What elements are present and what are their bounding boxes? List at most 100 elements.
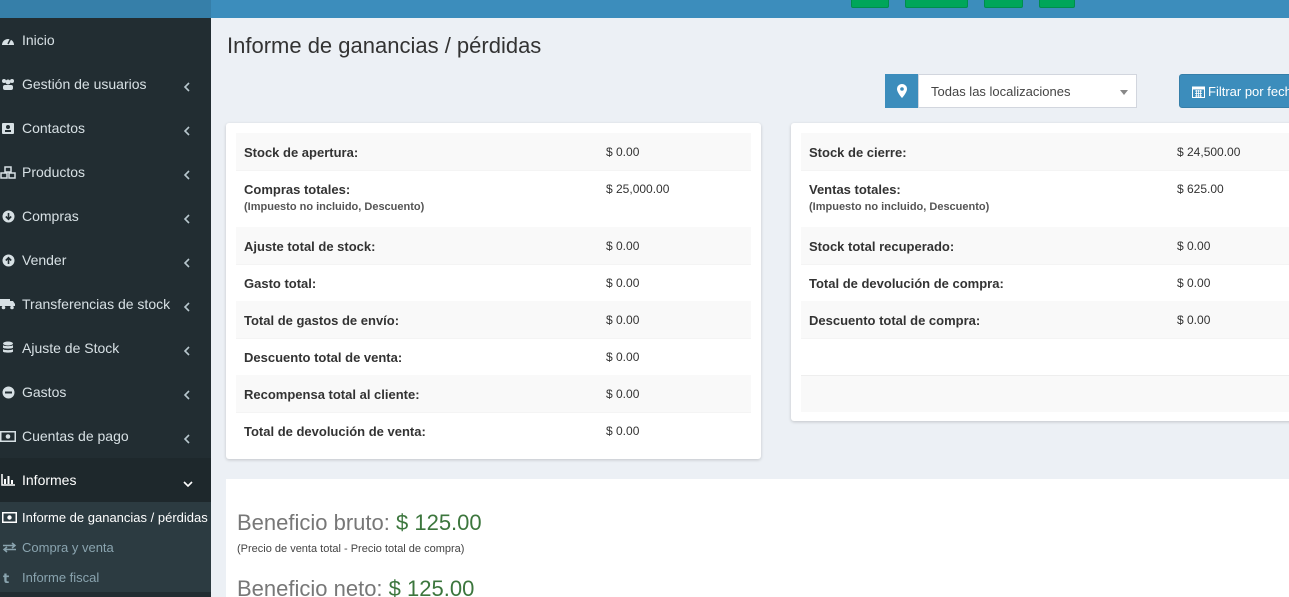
gross-profit-amount: $ 125.00	[396, 510, 482, 535]
sidebar-item-contactos[interactable]: Contactos	[0, 106, 211, 150]
tumblr-icon: t	[2, 571, 18, 584]
row-divider	[801, 375, 1289, 376]
table-row: Stock de cierre: $ 24,500.00	[801, 133, 1289, 170]
sidebar-item-label: Inicio	[22, 32, 55, 48]
filter-by-date-button[interactable]: Filtrar por fech	[1179, 74, 1289, 108]
chevron-left-icon	[183, 387, 193, 400]
toolbar-button[interactable]	[1039, 0, 1075, 8]
sidebar-item-gestion-usuarios[interactable]: Gestión de usuarios	[0, 62, 211, 106]
chevron-left-icon	[183, 167, 193, 180]
chevron-down-icon	[183, 475, 193, 488]
sidebar-item-label: Cuentas de pago	[22, 428, 129, 444]
row-value: $ 0.00	[606, 424, 640, 438]
sidebar-item-ajuste-stock[interactable]: Ajuste de Stock	[0, 326, 211, 370]
location-filter: Todas las localizaciones	[885, 74, 1137, 108]
row-value: $ 0.00	[606, 239, 640, 253]
sidebar-item-informes[interactable]: Informes	[0, 458, 211, 502]
money-icon	[0, 429, 16, 443]
row-divider	[801, 170, 1289, 171]
filter-button-label: Filtrar por fech	[1208, 83, 1289, 99]
map-marker-icon	[885, 74, 918, 108]
row-value: $ 0.00	[1177, 313, 1211, 327]
row-label: Descuento total de venta:	[244, 350, 403, 365]
sidebar-item-inicio[interactable]: Inicio	[0, 18, 211, 62]
row-value: $ 0.00	[1177, 239, 1211, 253]
submenu-item-label: Compra y venta	[22, 539, 114, 555]
table-row: Ajuste total de stock: $ 0.00	[236, 227, 751, 264]
calendar-icon	[1192, 85, 1208, 98]
sidebar-item-vender[interactable]: Vender	[0, 238, 211, 282]
row-value: $ 0.00	[606, 276, 640, 290]
sidebar-item-transferencias[interactable]: Transferencias de stock	[0, 282, 211, 326]
dashboard-icon	[0, 33, 16, 47]
table-row: Compras totales: (Impuesto no incluido, …	[236, 170, 751, 227]
row-value: $ 0.00	[606, 387, 640, 401]
table-row: Ventas totales: (Impuesto no incluido, D…	[801, 170, 1289, 227]
submenu-item-purchase-sale[interactable]: Compra y venta	[0, 532, 211, 562]
table-row-empty	[801, 375, 1289, 412]
sidebar-item-gastos[interactable]: Gastos	[0, 370, 211, 414]
submenu-item-label: Informe fiscal	[22, 569, 100, 585]
chevron-left-icon	[183, 211, 193, 224]
row-label: Stock de cierre:	[809, 145, 907, 160]
row-divider	[236, 264, 751, 265]
row-divider	[801, 264, 1289, 265]
submenu-item-label: Informe de ganancias / pérdidas	[22, 509, 208, 525]
database-icon	[0, 341, 16, 355]
table-row: Stock total recuperado: $ 0.00	[801, 227, 1289, 264]
row-label: Stock total recuperado:	[809, 239, 955, 254]
money-icon	[2, 511, 18, 523]
net-profit-amount: $ 125.00	[388, 576, 475, 597]
row-label: Total de devolución de venta:	[244, 424, 426, 439]
users-icon	[0, 77, 16, 91]
gross-profit: Beneficio bruto: $ 125.00	[237, 510, 482, 536]
net-profit: Beneficio neto: $ 125.00	[237, 576, 474, 597]
toolbar-button[interactable]	[851, 0, 889, 8]
arrow-circle-down-icon	[0, 209, 16, 223]
chevron-left-icon	[183, 255, 193, 268]
address-book-icon	[0, 121, 16, 135]
exchange-icon	[2, 541, 18, 553]
table-row: Total de devolución de venta: $ 0.00	[236, 412, 751, 449]
table-row-empty	[801, 338, 1289, 375]
row-value: $ 0.00	[606, 350, 640, 364]
cubes-icon	[0, 165, 16, 179]
sidebar-item-label: Vender	[22, 252, 67, 268]
sidebar-header	[0, 0, 211, 18]
sidebar-item-label: Gestión de usuarios	[22, 76, 147, 92]
sidebar-item-label: Compras	[22, 208, 79, 224]
svg-text:t: t	[3, 572, 9, 584]
table-row: Stock de apertura: $ 0.00	[236, 133, 751, 170]
row-label: Total de gastos de envío:	[244, 313, 400, 328]
row-divider	[801, 338, 1289, 339]
location-select[interactable]: Todas las localizaciones	[918, 74, 1137, 108]
gross-profit-label: Beneficio bruto:	[237, 510, 390, 535]
minus-circle-icon	[0, 385, 16, 399]
row-value: $ 0.00	[606, 313, 640, 327]
row-value: $ 24,500.00	[1177, 145, 1241, 159]
chevron-left-icon	[183, 79, 193, 92]
chevron-left-icon	[183, 123, 193, 136]
submenu-item-tax-report[interactable]: t Informe fiscal	[0, 562, 211, 592]
bar-chart-icon	[0, 473, 16, 487]
toolbar-button[interactable]	[984, 0, 1023, 8]
sidebar-item-productos[interactable]: Productos	[0, 150, 211, 194]
sidebar-item-label: Transferencias de stock	[22, 296, 171, 312]
arrow-circle-up-icon	[0, 253, 16, 267]
row-divider	[236, 338, 751, 339]
caret-down-icon	[1120, 90, 1128, 95]
row-note: (Impuesto no incluido, Descuento)	[244, 201, 425, 213]
closing-summary-box: Stock de cierre: $ 24,500.00 Ventas tota…	[791, 123, 1289, 421]
sidebar-item-compras[interactable]: Compras	[0, 194, 211, 238]
top-navbar	[211, 0, 1289, 18]
toolbar-button[interactable]	[905, 0, 968, 8]
submenu-item-profit-loss[interactable]: Informe de ganancias / pérdidas	[0, 502, 211, 532]
gross-profit-note: (Precio de venta total - Precio total de…	[237, 543, 465, 555]
table-row: Total de gastos de envío: $ 0.00	[236, 301, 751, 338]
sidebar: Inicio Gestión de usuarios Contactos Pro…	[0, 0, 211, 597]
table-row: Total de devolución de compra: $ 0.00	[801, 264, 1289, 301]
sidebar-item-label: Ajuste de Stock	[22, 340, 120, 356]
sidebar-item-cuentas-pago[interactable]: Cuentas de pago	[0, 414, 211, 458]
row-value: $ 0.00	[606, 145, 640, 159]
row-label: Compras totales:	[244, 182, 351, 197]
